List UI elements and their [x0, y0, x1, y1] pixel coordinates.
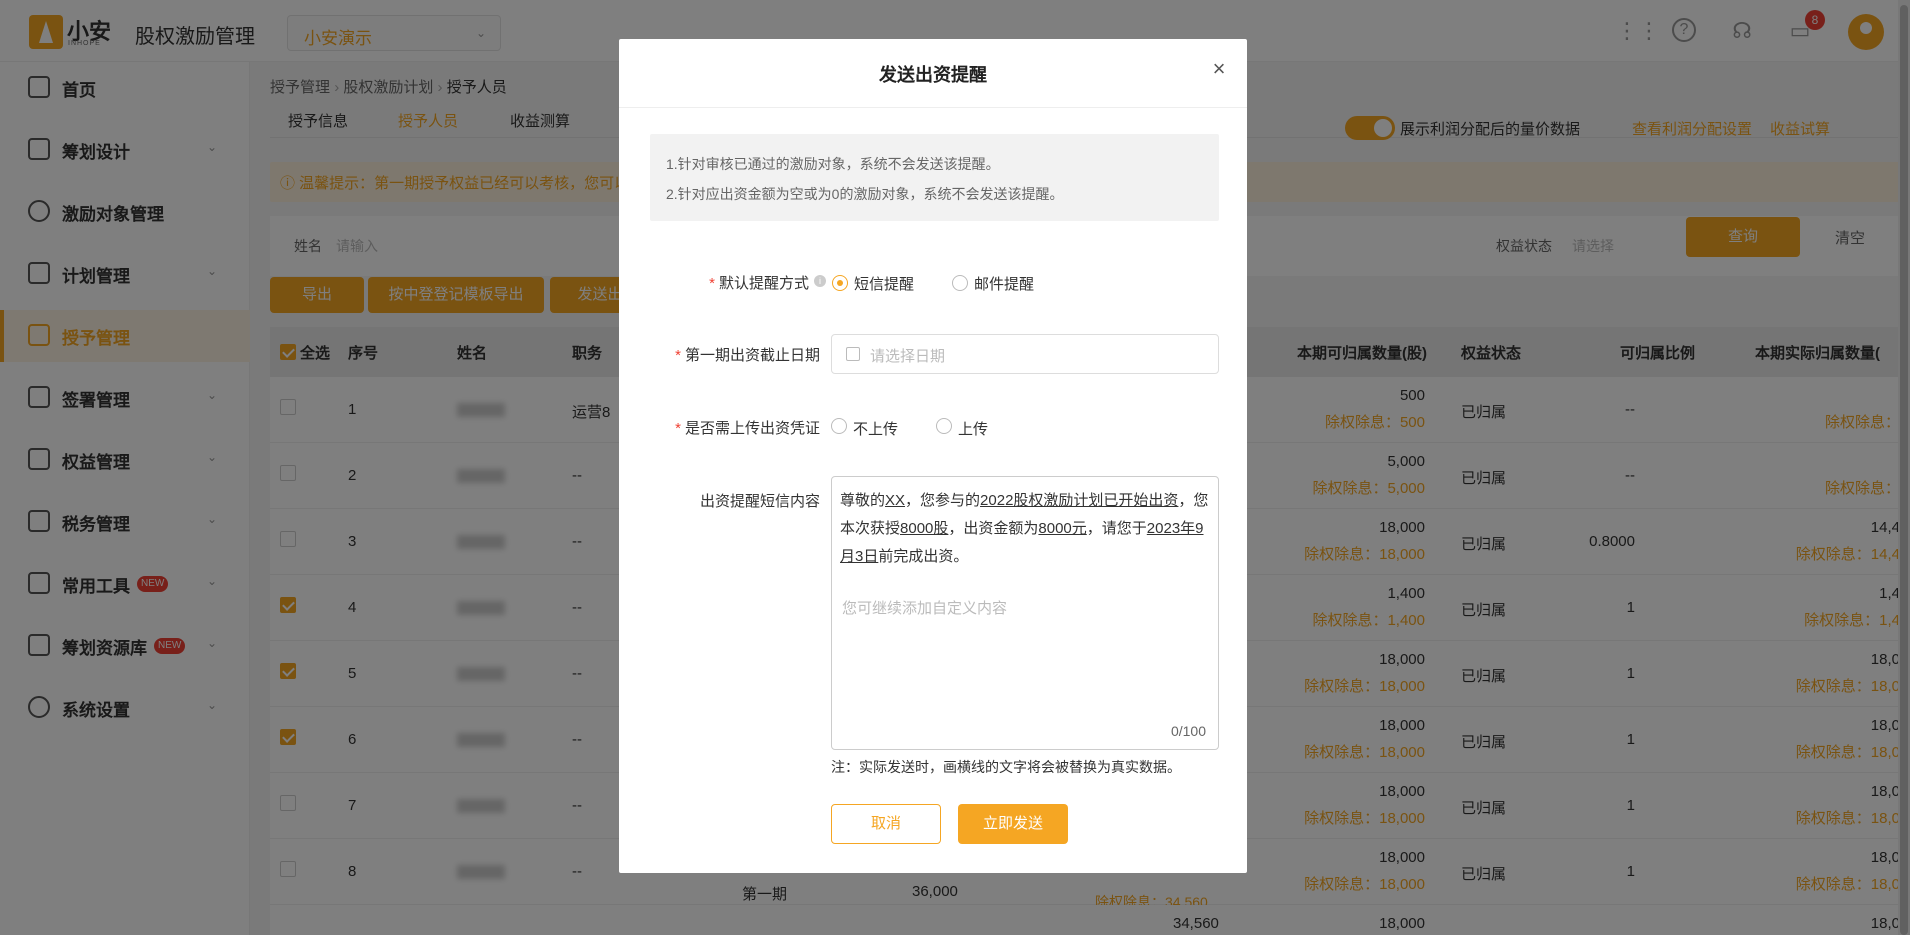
deadline-date-input[interactable]: 请选择日期 — [831, 334, 1219, 374]
sms-char-count: 0/100 — [1170, 723, 1206, 739]
sms-content-label: 出资提醒短信内容 — [699, 493, 820, 510]
notice-line-2: 2.针对应出资金额为空或为0的激励对象，系统不会发送该提醒。 — [666, 186, 1064, 202]
method-label: * 默认提醒方式 — [659, 272, 809, 293]
email-radio-label[interactable]: 邮件提醒 — [974, 273, 1034, 294]
sms-template-text: 尊敬的XX，您参与的2022股权激励计划已开始出资，您本次获授8000股，出资金… — [840, 487, 1212, 571]
date-placeholder: 请选择日期 — [870, 348, 946, 365]
sms-text-segment: ，您参与的 — [905, 492, 981, 509]
email-radio[interactable] — [952, 275, 968, 291]
modal-title: 发送出资提醒 — [879, 65, 987, 85]
send-now-button[interactable]: 立即发送 — [958, 804, 1068, 844]
sms-radio[interactable] — [832, 275, 848, 291]
upload-label: * 是否需上传出资凭证 — [639, 417, 830, 438]
upload-radio[interactable] — [936, 418, 952, 434]
cancel-button[interactable]: 取消 — [831, 804, 941, 844]
sms-radio-label[interactable]: 短信提醒 — [854, 273, 914, 294]
notice-line-1: 1.针对审核已通过的激励对象，系统不会发送该提醒。 — [666, 156, 1000, 172]
upload-label-text: 是否需上传出资凭证 — [684, 420, 820, 437]
send-reminder-modal: 发送出资提醒 × 1.针对审核已通过的激励对象，系统不会发送该提醒。 2.针对应… — [619, 39, 1247, 873]
sms-variable: 8000元 — [1038, 520, 1087, 537]
sms-text-segment: 前完成出资。 — [878, 548, 969, 565]
sms-content-textarea[interactable]: 尊敬的XX，您参与的2022股权激励计划已开始出资，您本次获授8000股，出资金… — [831, 476, 1219, 750]
sms-variable: 8000股 — [900, 520, 949, 537]
no-upload-radio[interactable] — [831, 418, 847, 434]
calendar-icon — [846, 347, 860, 361]
sms-note: 注：实际发送时，画横线的文字将会被替换为真实数据。 — [831, 759, 1181, 775]
sms-text-segment: ，出资金额为 — [948, 520, 1039, 537]
no-upload-radio-label[interactable]: 不上传 — [853, 418, 898, 439]
required-mark: * — [709, 275, 715, 292]
sms-variable: 2022股权激励计划已开始出资 — [980, 492, 1179, 509]
required-mark: * — [675, 347, 681, 364]
close-icon[interactable]: × — [1207, 57, 1231, 81]
sms-variable: XX — [885, 492, 906, 509]
required-mark: * — [675, 420, 681, 437]
deadline-label: * 第一期出资截止日期 — [639, 344, 830, 365]
sms-text-segment: ，请您于 — [1086, 520, 1147, 537]
sms-text-segment: 尊敬的 — [840, 492, 886, 509]
modal-notice: 1.针对审核已通过的激励对象，系统不会发送该提醒。 2.针对应出资金额为空或为0… — [650, 134, 1219, 221]
upload-radio-label[interactable]: 上传 — [958, 418, 988, 439]
deadline-label-text: 第一期出资截止日期 — [684, 347, 820, 364]
info-icon[interactable]: i — [814, 275, 826, 287]
method-label-text: 默认提醒方式 — [718, 275, 809, 292]
modal-divider — [619, 107, 1247, 108]
sms-custom-placeholder: 您可继续添加自定义内容 — [842, 600, 1008, 617]
